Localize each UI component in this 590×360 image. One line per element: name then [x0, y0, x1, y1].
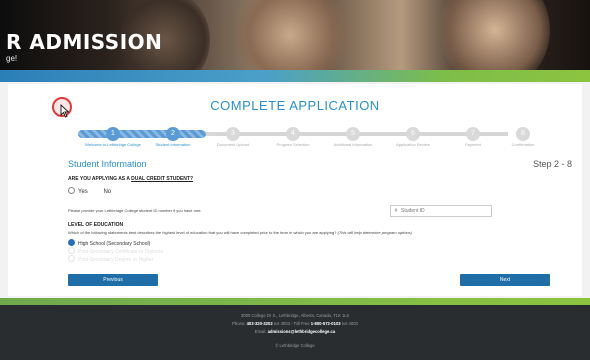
education-question-text: Which of the following statements best d…	[68, 230, 337, 235]
footer-phone-label: Phone:	[232, 321, 246, 326]
step-2-dot: 2	[166, 127, 180, 141]
yes-radio[interactable]	[68, 187, 75, 194]
previous-button[interactable]: Previous	[68, 274, 158, 286]
footer-address: 3000 College Dr S., Lethbridge, Alberta,…	[241, 313, 349, 318]
step-8-dot: 8	[516, 127, 530, 141]
footer-phone-line: Phone: 403-320-3202 ext 4003 - Toll Free…	[0, 321, 590, 326]
no-label: No	[103, 189, 112, 195]
degree-radio[interactable]	[68, 255, 75, 262]
dual-credit-question-text: ARE YOU APPLYING AS A	[68, 176, 130, 182]
education-hint: (This will help determine program option…	[337, 230, 412, 235]
dual-credit-link[interactable]: DUAL CREDIT STUDENT?	[131, 176, 193, 182]
education-question: Which of the following statements best d…	[68, 230, 412, 235]
step-5-dot: 5	[346, 127, 360, 141]
next-button[interactable]: Next	[460, 274, 550, 286]
footer-accent-bar	[0, 298, 590, 305]
hero-banner: R ADMISSION ge!	[0, 0, 590, 70]
hero-photo-person	[440, 0, 550, 70]
footer-email-label: Email:	[254, 329, 267, 334]
application-card: COMPLETE APPLICATION 1 2 3 4 5 6 7 8 Wel…	[8, 84, 582, 296]
footer-email-link[interactable]: admissions@lethbridgecollege.ca	[268, 329, 336, 334]
progress-steps: 1 2 3 4 5 6 7 8	[8, 124, 582, 144]
page-title: COMPLETE APPLICATION	[210, 98, 380, 113]
step-indicator: Step 2 - 8	[532, 159, 572, 169]
footer-phone-ext: ext 4003 - Toll Free	[273, 321, 310, 326]
step-4-dot: 4	[286, 127, 300, 141]
footer-email-line: Email: admissions@lethbridgecollege.ca	[0, 329, 590, 334]
diploma-radio[interactable]	[68, 247, 75, 254]
progress-track-complete	[78, 130, 206, 138]
step-8-label: Confirmation	[511, 142, 535, 147]
step-7-dot: 7	[466, 127, 480, 141]
yes-label: Yes	[78, 189, 88, 195]
student-id-prompt: Please provide your Lethbridge College s…	[68, 208, 202, 213]
step-6-dot: 6	[406, 127, 420, 141]
section-title: Student Information	[68, 159, 147, 169]
accent-bar	[0, 70, 590, 82]
education-option-high-school[interactable]: High School (Secondary School)	[68, 239, 150, 247]
hero-title: R ADMISSION	[6, 30, 163, 54]
degree-label: Post-Secondary Degree or Higher	[78, 257, 154, 263]
footer: 3000 College Dr S., Lethbridge, Alberta,…	[0, 305, 590, 360]
education-option-diploma[interactable]: Post-Secondary Certificate or Diploma	[68, 247, 163, 255]
step-3-dot: 3	[226, 127, 240, 141]
footer-phone[interactable]: 403-320-3202	[247, 321, 273, 326]
high-school-radio[interactable]	[68, 239, 75, 246]
footer-tollfree[interactable]: 1-800-572-0103	[311, 321, 341, 326]
dual-credit-options: Yes No	[68, 187, 125, 195]
footer-copyright: © Lethbridge College	[275, 343, 315, 348]
education-option-degree[interactable]: Post-Secondary Degree or Higher	[68, 255, 153, 263]
dual-credit-yes-option[interactable]: Yes	[68, 187, 88, 195]
mouse-pointer-icon	[60, 104, 70, 118]
footer-tollfree-ext: ext 4003	[341, 321, 358, 326]
education-heading: LEVEL OF EDUCATION	[68, 222, 124, 228]
hero-photo-person	[230, 0, 350, 70]
dual-credit-question: ARE YOU APPLYING AS A DUAL CREDIT STUDEN…	[68, 176, 193, 182]
dual-credit-no-option[interactable]: No	[103, 189, 111, 195]
hash-icon: #	[394, 208, 398, 214]
student-id-placeholder: Student ID	[401, 208, 425, 214]
hero-subtitle: ge!	[6, 54, 18, 63]
student-id-field[interactable]: # Student ID	[390, 205, 492, 217]
step-1-dot: 1	[106, 127, 120, 141]
